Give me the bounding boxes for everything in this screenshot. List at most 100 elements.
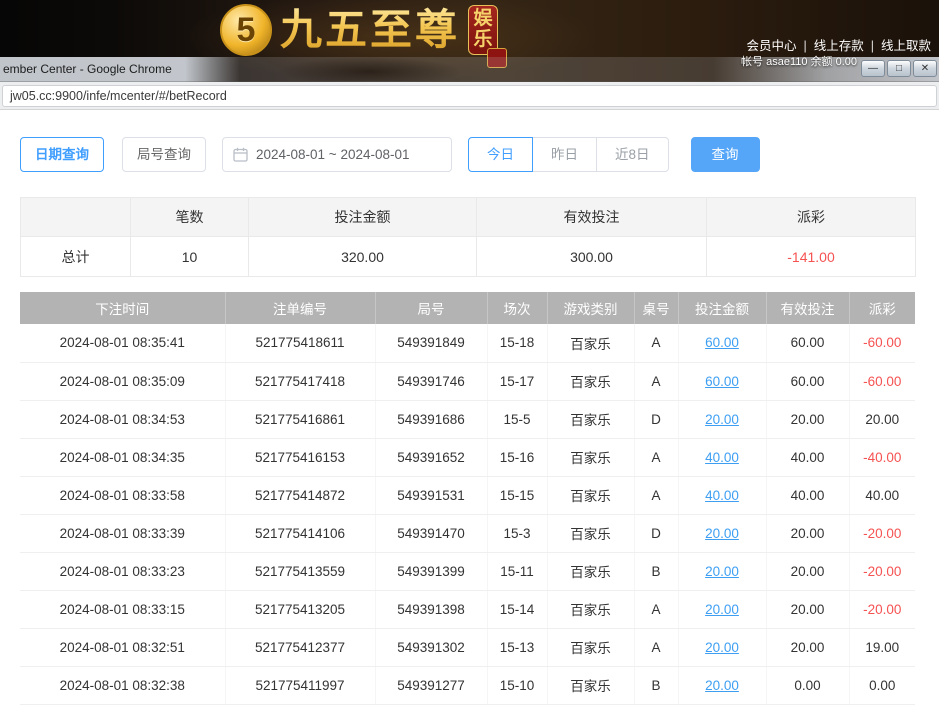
- summary-count-value: 10: [131, 237, 249, 277]
- bet-table-body: 2024-08-01 08:35:41521775418611549391849…: [20, 324, 915, 704]
- cell-round: 549391398: [375, 590, 487, 628]
- column-header: 派彩: [849, 292, 915, 324]
- quick-btn-yesterday[interactable]: 昨日: [532, 137, 597, 172]
- header-link-0[interactable]: 会员中心: [746, 39, 796, 53]
- cell-valid: 0.00: [766, 666, 849, 704]
- bet-amount-link[interactable]: 60.00: [705, 335, 739, 350]
- bet-amount-link[interactable]: 20.00: [705, 526, 739, 541]
- bet-amount-link[interactable]: 20.00: [705, 564, 739, 579]
- screen: 5 九五至尊 娱乐 会员中心|线上存款|线上取款 ember Center - …: [0, 0, 939, 708]
- cell-payout: -60.00: [849, 324, 915, 362]
- cell-valid: 40.00: [766, 438, 849, 476]
- cell-valid: 40.00: [766, 476, 849, 514]
- search-button[interactable]: 查询: [691, 137, 760, 172]
- table-row: 2024-08-01 08:34:35521775416153549391652…: [20, 438, 915, 476]
- cell-session: 15-11: [487, 552, 547, 590]
- table-row: 2024-08-01 08:35:09521775417418549391746…: [20, 362, 915, 400]
- quick-btn-last8days[interactable]: 近8日: [596, 137, 669, 172]
- bet-amount-link[interactable]: 60.00: [705, 374, 739, 389]
- cell-bet: 40.00: [678, 438, 766, 476]
- summary-header-blank: [21, 198, 131, 237]
- cell-table_no: A: [634, 476, 678, 514]
- cell-session: 15-15: [487, 476, 547, 514]
- cell-order: 521775417418: [225, 362, 375, 400]
- cell-bet: 20.00: [678, 628, 766, 666]
- minimize-icon[interactable]: —: [861, 60, 885, 77]
- close-icon[interactable]: ✕: [913, 60, 937, 77]
- summary-total-label: 总计: [21, 237, 131, 277]
- summary-bet-value: 320.00: [249, 237, 477, 277]
- bet-amount-link[interactable]: 20.00: [705, 678, 739, 693]
- column-header: 下注时间: [20, 292, 225, 324]
- cell-time: 2024-08-01 08:32:38: [20, 666, 225, 704]
- cell-payout: -60.00: [849, 362, 915, 400]
- maximize-icon[interactable]: □: [887, 60, 911, 77]
- cell-time: 2024-08-01 08:35:41: [20, 324, 225, 362]
- cell-valid: 60.00: [766, 362, 849, 400]
- table-row: 2024-08-01 08:33:39521775414106549391470…: [20, 514, 915, 552]
- cell-order: 521775414872: [225, 476, 375, 514]
- cell-bet: 20.00: [678, 514, 766, 552]
- cell-table_no: A: [634, 324, 678, 362]
- bet-amount-link[interactable]: 20.00: [705, 640, 739, 655]
- header-link-2[interactable]: 线上取款: [881, 39, 931, 53]
- cell-table_no: A: [634, 438, 678, 476]
- date-query-tab[interactable]: 日期查询: [20, 137, 104, 172]
- cell-game: 百家乐: [547, 552, 634, 590]
- table-row: 2024-08-01 08:33:23521775413559549391399…: [20, 552, 915, 590]
- cell-session: 15-18: [487, 324, 547, 362]
- filter-row: 日期查询 局号查询 2024-08-01 ~ 2024-08-01 今日 昨日 …: [20, 136, 915, 172]
- coin-logo-icon: 5: [220, 4, 272, 56]
- cell-table_no: B: [634, 666, 678, 704]
- cell-session: 15-14: [487, 590, 547, 628]
- cell-game: 百家乐: [547, 400, 634, 438]
- cell-session: 15-5: [487, 400, 547, 438]
- cell-payout: -20.00: [849, 552, 915, 590]
- quick-btn-today[interactable]: 今日: [468, 137, 533, 172]
- column-header: 桌号: [634, 292, 678, 324]
- summary-header-row: 笔数 投注金额 有效投注 派彩: [21, 198, 916, 237]
- window-controls: — □ ✕: [859, 60, 937, 77]
- table-row: 2024-08-01 08:35:41521775418611549391849…: [20, 324, 915, 362]
- cell-payout: -20.00: [849, 590, 915, 628]
- site-header: 5 九五至尊 娱乐 会员中心|线上存款|线上取款: [0, 0, 939, 57]
- summary-valid-value: 300.00: [477, 237, 707, 277]
- cell-game: 百家乐: [547, 438, 634, 476]
- cell-order: 521775418611: [225, 324, 375, 362]
- cell-round: 549391531: [375, 476, 487, 514]
- bet-amount-link[interactable]: 20.00: [705, 412, 739, 427]
- site-header-background: 5 九五至尊 娱乐 会员中心|线上存款|线上取款 ember Center - …: [0, 0, 939, 82]
- cell-round: 549391302: [375, 628, 487, 666]
- column-header: 投注金额: [678, 292, 766, 324]
- address-bar-input[interactable]: jw05.cc:9900/infe/mcenter/#/betRecord: [2, 85, 937, 107]
- table-row: 2024-08-01 08:32:51521775412377549391302…: [20, 628, 915, 666]
- cell-table_no: A: [634, 628, 678, 666]
- bet-amount-link[interactable]: 20.00: [705, 602, 739, 617]
- date-range-value: 2024-08-01 ~ 2024-08-01: [256, 147, 410, 162]
- header-links: 会员中心|线上存款|线上取款: [746, 35, 931, 54]
- cell-payout: 0.00: [849, 666, 915, 704]
- cell-bet: 60.00: [678, 362, 766, 400]
- round-query-tab[interactable]: 局号查询: [122, 137, 206, 172]
- cell-round: 549391746: [375, 362, 487, 400]
- page-content: 日期查询 局号查询 2024-08-01 ~ 2024-08-01 今日 昨日 …: [0, 110, 939, 708]
- cell-time: 2024-08-01 08:33:23: [20, 552, 225, 590]
- cell-time: 2024-08-01 08:32:51: [20, 628, 225, 666]
- quick-date-group: 今日 昨日 近8日: [468, 137, 669, 172]
- window-title-bar: ember Center - Google Chrome 帐号 asae110 …: [0, 57, 939, 82]
- bet-amount-link[interactable]: 40.00: [705, 450, 739, 465]
- cell-order: 521775416861: [225, 400, 375, 438]
- cell-valid: 20.00: [766, 400, 849, 438]
- cell-order: 521775413559: [225, 552, 375, 590]
- column-header: 场次: [487, 292, 547, 324]
- date-range-picker[interactable]: 2024-08-01 ~ 2024-08-01: [222, 137, 452, 172]
- cell-bet: 60.00: [678, 324, 766, 362]
- cell-order: 521775414106: [225, 514, 375, 552]
- summary-header-payout: 派彩: [707, 198, 916, 237]
- cell-payout: -40.00: [849, 438, 915, 476]
- bet-amount-link[interactable]: 40.00: [705, 488, 739, 503]
- site-logo: 5 九五至尊 娱乐: [220, 2, 498, 58]
- cell-valid: 20.00: [766, 628, 849, 666]
- header-link-1[interactable]: 线上存款: [814, 39, 864, 53]
- cell-time: 2024-08-01 08:33:58: [20, 476, 225, 514]
